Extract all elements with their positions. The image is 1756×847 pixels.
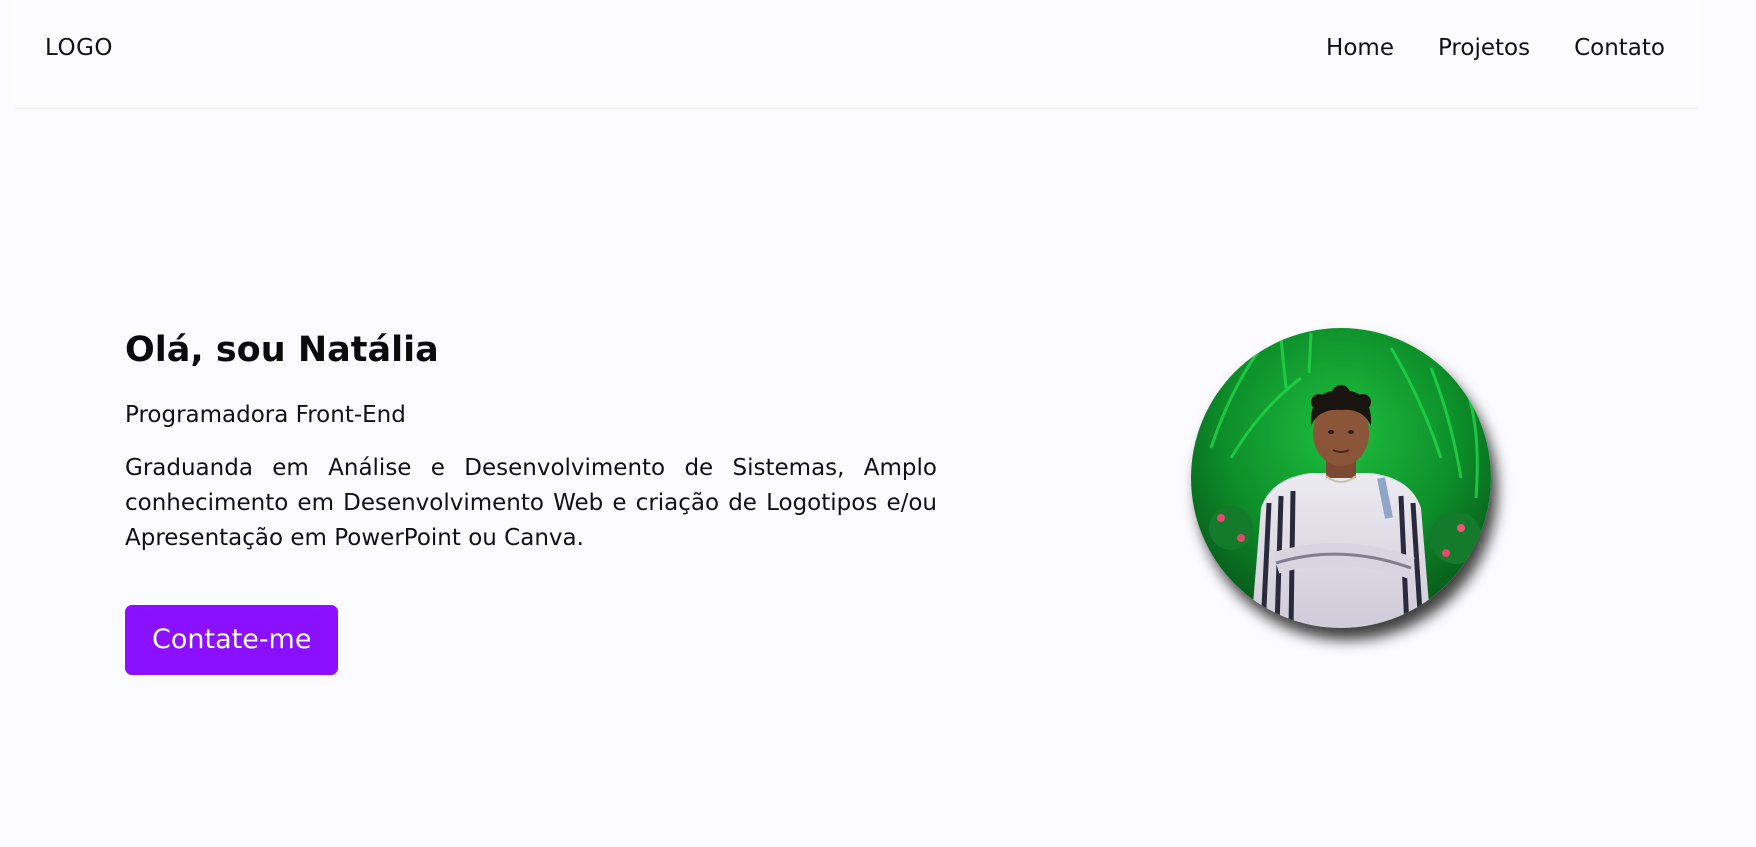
nav-link-projetos[interactable]: Projetos (1438, 35, 1530, 61)
main-nav: Home Projetos Contato (1326, 35, 1665, 61)
profile-photo (1191, 328, 1491, 628)
nav-link-contato[interactable]: Contato (1574, 35, 1665, 61)
site-header: LOGO Home Projetos Contato (15, 0, 1697, 109)
hero-title: Olá, sou Natália (125, 330, 439, 370)
hero-description: Graduanda em Análise e Desenvolvimento d… (125, 455, 937, 551)
hero-section: Olá, sou Natália Programadora Front-End … (125, 330, 937, 675)
hero-role: Programadora Front-End (125, 402, 406, 428)
profile-photo-image (1191, 328, 1491, 628)
logo[interactable]: LOGO (45, 35, 113, 61)
contact-me-button[interactable]: Contate-me (125, 605, 339, 675)
nav-link-home[interactable]: Home (1326, 35, 1394, 61)
